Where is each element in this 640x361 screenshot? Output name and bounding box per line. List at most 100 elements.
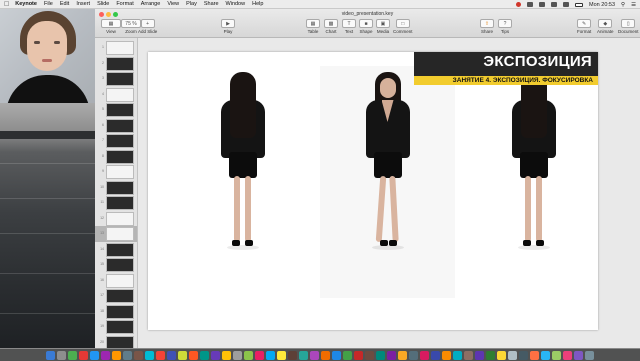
dock-app-icon[interactable] xyxy=(563,350,572,360)
menu-help[interactable]: Help xyxy=(252,1,263,7)
slide-title-banner[interactable]: ЭКСПОЗИЦИЯ xyxy=(414,52,598,76)
notification-center-icon[interactable]: ☰ xyxy=(631,2,636,8)
slide-thumbnail-row[interactable]: 8 xyxy=(95,149,137,165)
dock-app-icon[interactable] xyxy=(156,350,165,360)
dock-app-icon[interactable] xyxy=(46,350,55,360)
slide-thumbnail-row[interactable]: 16 xyxy=(95,273,137,289)
slide-thumbnail[interactable] xyxy=(106,180,134,195)
shape-tool[interactable]: ■ Shape xyxy=(359,19,373,34)
dock-app-icon[interactable] xyxy=(288,350,297,360)
slide-thumbnail[interactable] xyxy=(106,196,134,210)
view-tool[interactable]: ▦ View xyxy=(101,19,121,34)
dock-app-icon[interactable] xyxy=(101,350,110,360)
dock-app-icon[interactable] xyxy=(409,350,418,360)
comment-tool[interactable]: □ Comment xyxy=(393,19,413,34)
dock-app-icon[interactable] xyxy=(365,350,374,360)
slide-thumbnail-row[interactable]: 1 xyxy=(95,40,137,56)
dock-app-icon[interactable] xyxy=(431,350,440,360)
dock-app-icon[interactable] xyxy=(90,350,99,360)
slide-thumbnail[interactable] xyxy=(106,335,134,348)
slide-thumbnail[interactable] xyxy=(106,134,134,148)
wifi-icon[interactable] xyxy=(551,2,558,7)
dock-app-icon[interactable] xyxy=(497,350,506,360)
slide-thumbnail[interactable] xyxy=(106,320,134,334)
dock-app-icon[interactable] xyxy=(453,350,462,360)
menu-arrange[interactable]: Arrange xyxy=(141,1,161,7)
menu-file[interactable]: File xyxy=(44,1,53,7)
dock-app-icon[interactable] xyxy=(541,350,550,360)
menu-edit[interactable]: Edit xyxy=(60,1,69,7)
dock-app-icon[interactable] xyxy=(57,350,66,360)
add-slide-tool[interactable]: + Add Slide xyxy=(138,19,157,34)
slide-navigator[interactable]: 1 2 3 4 5 6 7 8 9 10 11 12 13 14 15 16 17 18 19 20 xyxy=(95,38,138,348)
slide-thumbnail-row[interactable]: 3 xyxy=(95,71,137,87)
dock-app-icon[interactable] xyxy=(321,350,330,360)
table-tool[interactable]: ▦ Table xyxy=(306,19,320,34)
dock-app-icon[interactable] xyxy=(530,350,539,360)
dock-app-icon[interactable] xyxy=(552,350,561,360)
share-tool[interactable]: ⇧ Share xyxy=(480,19,494,34)
slide-thumbnail-row[interactable]: 4 xyxy=(95,87,137,103)
menu-slide[interactable]: Slide xyxy=(97,1,109,7)
play-tool[interactable]: ▶ Play xyxy=(221,19,235,34)
format-tool[interactable]: ✎ Format xyxy=(577,19,591,34)
media-tool[interactable]: ▣ Media xyxy=(376,19,390,34)
slide-thumbnail[interactable] xyxy=(106,227,134,241)
dock-app-icon[interactable] xyxy=(574,350,583,360)
dock-app-icon[interactable] xyxy=(354,350,363,360)
slide-thumbnail[interactable] xyxy=(106,103,134,117)
dock-app-icon[interactable] xyxy=(464,350,473,360)
slide-thumbnail[interactable] xyxy=(106,41,134,55)
dock-app-icon[interactable] xyxy=(519,350,528,360)
dock-app-icon[interactable] xyxy=(387,350,396,360)
slide-thumbnail-row[interactable]: 9 xyxy=(95,164,137,180)
battery-icon[interactable] xyxy=(575,2,584,7)
slide-thumbnail-row[interactable]: 19 xyxy=(95,319,137,335)
dock-app-icon[interactable] xyxy=(266,350,275,360)
slide-canvas-area[interactable]: ЭКСПОЗИЦИЯ ЗАНЯТИЕ 4. ЭКСПОЗИЦИЯ. ФОКУСИ… xyxy=(138,38,640,348)
dock-app-icon[interactable] xyxy=(343,350,352,360)
slide-thumbnail[interactable] xyxy=(106,289,134,303)
dock-app-icon[interactable] xyxy=(585,350,594,360)
menu-view[interactable]: View xyxy=(167,1,179,7)
dock-app-icon[interactable] xyxy=(222,350,231,360)
dock-app-icon[interactable] xyxy=(255,350,264,360)
display-icon[interactable] xyxy=(539,2,546,7)
slide-thumbnail[interactable] xyxy=(106,211,134,226)
slide-thumbnail-row[interactable]: 10 xyxy=(95,180,137,196)
slide-thumbnail[interactable] xyxy=(106,273,134,288)
dock-app-icon[interactable] xyxy=(167,350,176,360)
slide-thumbnail[interactable] xyxy=(106,149,134,164)
slide-thumbnail-row[interactable]: 12 xyxy=(95,211,137,227)
menu-share[interactable]: Share xyxy=(204,1,219,7)
slide-thumbnail-row[interactable]: 18 xyxy=(95,304,137,320)
slide-thumbnail[interactable] xyxy=(106,72,134,86)
slide-canvas[interactable]: ЭКСПОЗИЦИЯ ЗАНЯТИЕ 4. ЭКСПОЗИЦИЯ. ФОКУСИ… xyxy=(148,52,598,330)
dock-app-icon[interactable] xyxy=(79,350,88,360)
slide-thumbnail[interactable] xyxy=(106,304,134,319)
menu-app[interactable]: Keynote xyxy=(15,1,37,7)
menu-play[interactable]: Play xyxy=(186,1,197,7)
apple-menu-icon[interactable]:  xyxy=(4,1,9,8)
dock-app-icon[interactable] xyxy=(310,350,319,360)
dock-app-icon[interactable] xyxy=(145,350,154,360)
dock-app-icon[interactable] xyxy=(134,350,143,360)
dock-app-icon[interactable] xyxy=(475,350,484,360)
menu-window[interactable]: Window xyxy=(226,1,246,7)
dock-app-icon[interactable] xyxy=(277,350,286,360)
dock-app-icon[interactable] xyxy=(420,350,429,360)
dock-app-icon[interactable] xyxy=(486,350,495,360)
slide-subtitle-banner[interactable]: ЗАНЯТИЕ 4. ЭКСПОЗИЦИЯ. ФОКУСИРОВКА xyxy=(414,76,598,85)
slide-thumbnail-row[interactable]: 14 xyxy=(95,242,137,258)
dock-app-icon[interactable] xyxy=(376,350,385,360)
menu-insert[interactable]: Insert xyxy=(76,1,90,7)
slide-thumbnail[interactable] xyxy=(106,56,134,71)
slide-thumbnail-row[interactable]: 17 xyxy=(95,288,137,304)
dock-app-icon[interactable] xyxy=(332,350,341,360)
dock-app-icon[interactable] xyxy=(200,350,209,360)
dock-app-icon[interactable] xyxy=(233,350,242,360)
dock-app-icon[interactable] xyxy=(508,350,517,360)
dock-app-icon[interactable] xyxy=(398,350,407,360)
dock-app-icon[interactable] xyxy=(112,350,121,360)
slide-thumbnail[interactable] xyxy=(106,165,134,179)
